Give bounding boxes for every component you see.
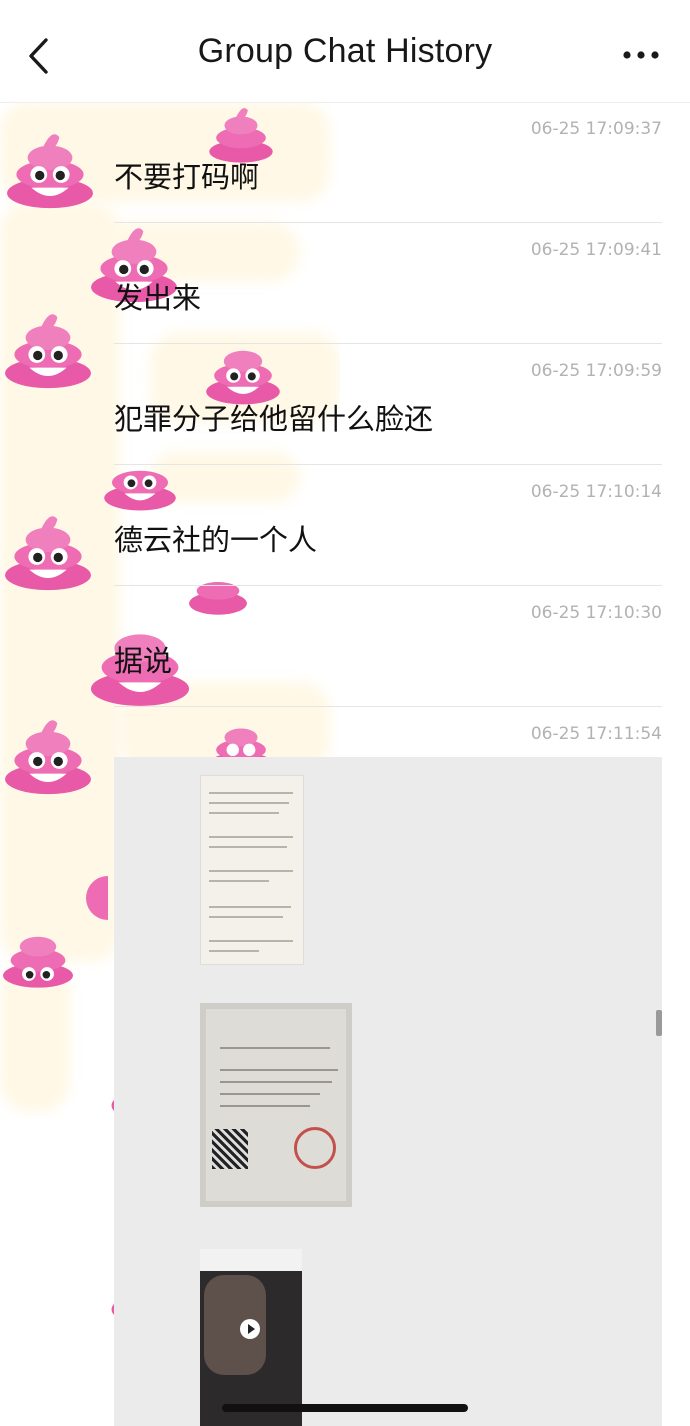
message-item[interactable]: 06-25 17:10:14 德云社的一个人 [114,465,662,586]
message-item[interactable]: 06-25 17:10:30 据说 [114,586,662,707]
image-message[interactable] [114,757,662,1426]
message-item[interactable]: 06-25 17:11:54 [114,707,662,763]
video-thumbnail[interactable] [200,1249,302,1426]
message-timestamp: 06-25 17:09:41 [530,240,662,260]
message-timestamp: 06-25 17:09:37 [530,119,662,139]
message-timestamp: 06-25 17:09:59 [530,361,662,381]
poop-emoji-avatar [5,720,91,795]
document-thumbnail[interactable] [200,775,304,965]
stamp-seal-icon [294,1127,336,1169]
qr-code-icon [212,1129,248,1169]
home-indicator[interactable] [222,1404,468,1412]
message-text: 不要打码啊 [114,160,260,194]
more-options-button[interactable] [620,40,664,70]
poop-emoji-fragment [86,876,108,920]
message-item[interactable]: 06-25 17:09:41 发出来 [114,223,662,344]
message-item[interactable]: 06-25 17:09:59 犯罪分子给他留什么脸还 [114,344,662,465]
message-list: 06-25 17:09:37 不要打码啊 06-25 17:09:41 发出来 … [114,102,662,763]
document-thumbnail[interactable] [200,1003,352,1207]
poop-emoji-avatar [3,936,73,988]
navigation-bar: Group Chat History [0,0,690,103]
message-text: 德云社的一个人 [114,523,318,557]
play-icon[interactable] [240,1319,260,1339]
message-text: 发出来 [114,281,202,315]
message-timestamp: 06-25 17:11:54 [530,724,662,744]
message-timestamp: 06-25 17:10:30 [530,603,662,623]
message-timestamp: 06-25 17:10:14 [530,482,662,502]
message-text: 据说 [114,644,173,678]
poop-emoji-avatar [7,134,93,209]
ellipsis-icon [623,51,659,59]
message-text: 犯罪分子给他留什么脸还 [114,402,434,436]
poop-emoji-avatar [5,314,91,389]
page-title: Group Chat History [197,32,493,70]
poop-emoji-avatar [5,516,91,591]
message-item[interactable]: 06-25 17:09:37 不要打码啊 [114,102,662,223]
scrollbar-thumb[interactable] [656,1010,662,1036]
